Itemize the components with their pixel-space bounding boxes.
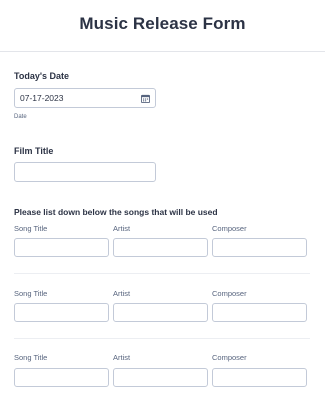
col-song-title-label: Song Title [14, 224, 48, 233]
film-title-input[interactable] [14, 162, 156, 182]
date-value: 07-17-2023 [20, 93, 64, 103]
film-title-label: Film Title [14, 146, 54, 156]
date-label: Today's Date [14, 71, 69, 81]
songs-instruction: Please list down below the songs that wi… [14, 207, 218, 217]
artist-input-3[interactable] [113, 368, 208, 387]
col-composer-label: Composer [212, 289, 247, 298]
col-composer-label: Composer [212, 224, 247, 233]
date-sublabel: Date [14, 114, 27, 120]
col-song-title-label: Song Title [14, 289, 48, 298]
composer-input-3[interactable] [212, 368, 307, 387]
row-divider [14, 273, 310, 274]
song-title-input-1[interactable] [14, 238, 109, 257]
composer-input-2[interactable] [212, 303, 307, 322]
form-header: Music Release Form [0, 0, 325, 52]
col-artist-label: Artist [113, 224, 131, 233]
col-artist-label: Artist [113, 289, 131, 298]
calendar-icon[interactable] [141, 94, 150, 103]
composer-input-1[interactable] [212, 238, 307, 257]
date-input[interactable]: 07-17-2023 [14, 88, 156, 108]
col-song-title-label: Song Title [14, 353, 48, 362]
col-artist-label: Artist [113, 353, 131, 362]
col-composer-label: Composer [212, 353, 247, 362]
song-title-input-2[interactable] [14, 303, 109, 322]
row-divider [14, 338, 310, 339]
artist-input-2[interactable] [113, 303, 208, 322]
song-title-input-3[interactable] [14, 368, 109, 387]
form-title: Music Release Form [79, 13, 246, 33]
artist-input-1[interactable] [113, 238, 208, 257]
